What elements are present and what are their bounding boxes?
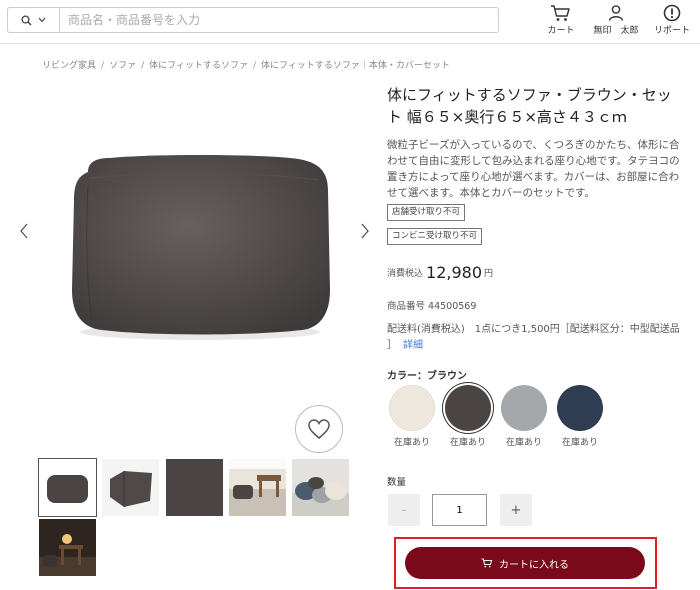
heart-icon bbox=[308, 419, 330, 439]
thumbnail-image bbox=[102, 459, 159, 516]
thumbnail[interactable] bbox=[102, 459, 159, 516]
shipping-info: 配送料(消費税込) 1点につき1,500円［配送料区分：中型配送品 ］ 詳細 bbox=[387, 322, 687, 354]
gallery-next-arrow[interactable] bbox=[358, 222, 372, 240]
main-product-image bbox=[72, 155, 330, 340]
stock-status: 在庫あり bbox=[449, 438, 486, 448]
breadcrumb: リビング家具 / ソファ / 体にフィットするソファ / 体にフィットするソファ｜本体・カバ… bbox=[42, 61, 450, 71]
thumbnail-image bbox=[39, 459, 96, 516]
stock-status: 在庫あり bbox=[561, 438, 598, 448]
breadcrumb-item-current: 体にフィットするソファ｜本体・カバーセット bbox=[261, 61, 450, 71]
color-label: カラー：ブラウン bbox=[387, 371, 467, 382]
cart-link[interactable]: カート bbox=[531, 4, 591, 38]
price: 消費税込 12,980 円 bbox=[387, 262, 493, 282]
price-value: 12,980 bbox=[426, 263, 482, 282]
tag-no-store-pickup: 店舗受け取り不可 bbox=[387, 204, 466, 221]
thumbnail[interactable] bbox=[229, 459, 286, 516]
quantity-increase-button[interactable]: + bbox=[500, 494, 532, 526]
thumbnail[interactable] bbox=[39, 519, 96, 576]
add-to-cart-button[interactable]: カートに入れる bbox=[405, 547, 645, 579]
product-description: 微粒子ビーズが入っているので、くつろぎのかたち、体形に合わせて自由に変形して包み… bbox=[387, 139, 680, 199]
cart-label: カート bbox=[547, 26, 575, 36]
product-title: 体にフィットするソファ・ブラウン・セット 幅６５×奥行６５×高さ４３ｃｍ bbox=[387, 86, 672, 126]
thumbnail[interactable] bbox=[292, 459, 349, 516]
stock-status: 在庫あり bbox=[393, 438, 430, 448]
cart-icon bbox=[551, 5, 570, 21]
stock-status: 在庫あり bbox=[505, 438, 542, 448]
thumbnail-image bbox=[229, 459, 286, 516]
thumbnail[interactable] bbox=[166, 459, 223, 516]
thumbnail-image bbox=[292, 459, 349, 516]
color-swatch-gray[interactable] bbox=[501, 385, 547, 431]
search-bar bbox=[7, 7, 499, 33]
site-header: カート 無印 太郎 リポート bbox=[0, 0, 700, 44]
favorite-button[interactable] bbox=[295, 405, 343, 453]
support-link[interactable]: リポート bbox=[642, 4, 700, 38]
add-to-cart-label: カートに入れる bbox=[499, 559, 569, 571]
quantity-label: 数量 bbox=[387, 477, 407, 488]
alert-icon bbox=[663, 4, 681, 22]
quantity-decrease-button[interactable]: - bbox=[388, 494, 420, 526]
price-label: 消費税込 bbox=[387, 269, 424, 279]
search-input[interactable] bbox=[68, 10, 488, 30]
support-label: リポート bbox=[653, 26, 690, 36]
breadcrumb-item[interactable]: ソファ bbox=[109, 61, 136, 71]
shipping-text: 配送料(消費税込) 1点につき1,500円［配送料区分：中型配送品 ］ bbox=[387, 324, 680, 351]
search-scope-dropdown[interactable] bbox=[8, 8, 60, 32]
thumbnail-image bbox=[166, 459, 223, 516]
quantity-input[interactable] bbox=[432, 494, 487, 526]
user-link[interactable]: 無印 太郎 bbox=[586, 4, 646, 38]
search-icon bbox=[21, 14, 32, 25]
gallery-prev-arrow[interactable] bbox=[17, 222, 31, 240]
breadcrumb-item[interactable]: リビング家具 bbox=[42, 61, 96, 71]
user-icon bbox=[608, 5, 624, 21]
color-swatch-navy[interactable] bbox=[557, 385, 603, 431]
chevron-down-icon bbox=[38, 17, 46, 23]
thumbnail[interactable] bbox=[38, 458, 97, 517]
thumbnail-image bbox=[39, 519, 96, 576]
tag-no-convenience-pickup: コンビニ受け取り不可 bbox=[387, 228, 483, 245]
breadcrumb-item[interactable]: 体にフィットするソファ bbox=[149, 61, 248, 71]
product-number: 商品番号 44500569 bbox=[387, 301, 477, 312]
color-swatch-brown[interactable] bbox=[445, 385, 491, 431]
user-label: 無印 太郎 bbox=[593, 26, 639, 36]
color-swatch-ivory[interactable] bbox=[389, 385, 435, 431]
shipping-details-link[interactable]: 詳細 bbox=[403, 340, 423, 351]
cart-icon bbox=[481, 558, 493, 568]
price-unit: 円 bbox=[484, 269, 494, 279]
